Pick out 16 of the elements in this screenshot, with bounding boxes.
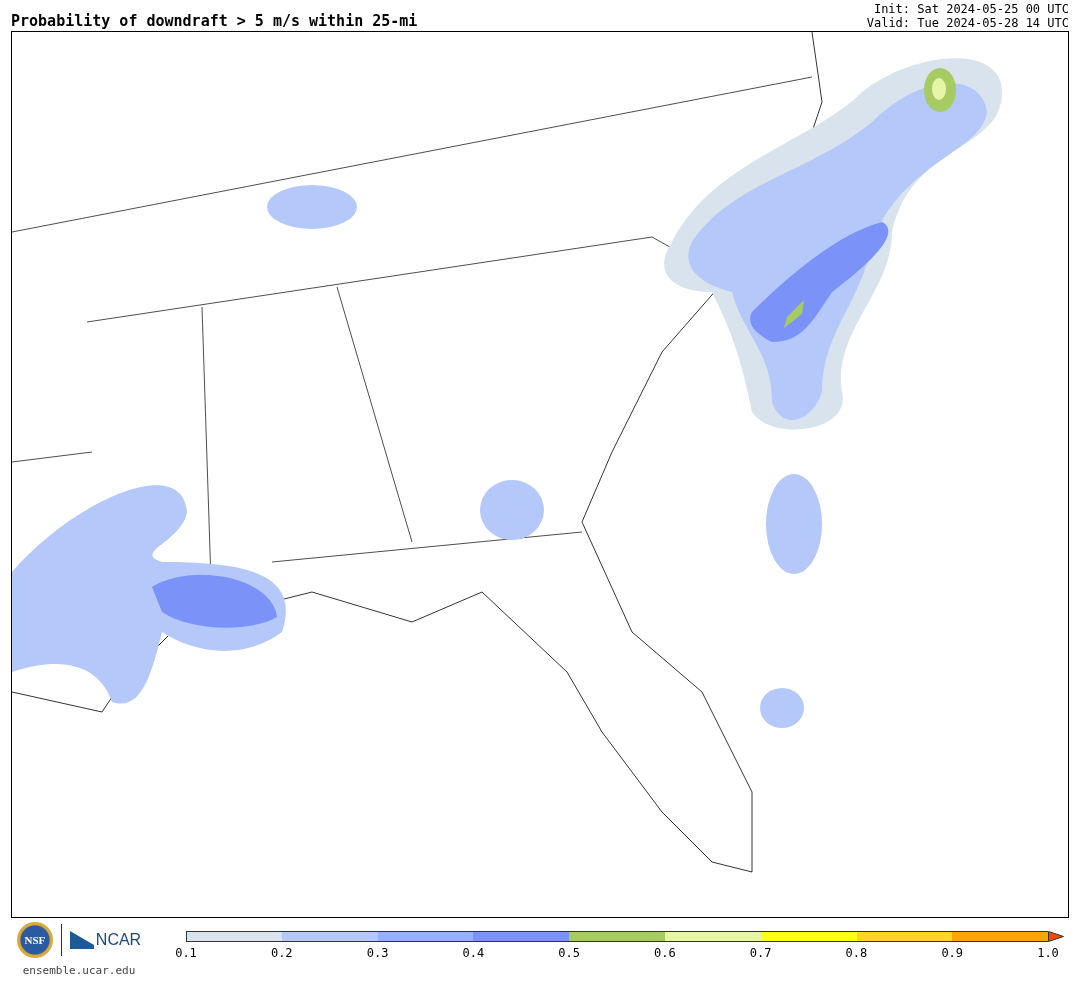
colorbar-tick-label: 0.8 — [845, 946, 868, 960]
colorbar-tick-label: 0.1 — [175, 946, 197, 960]
ncar-logo: NCAR — [69, 931, 142, 949]
colorbar-tick-label: 0.5 — [558, 946, 580, 960]
plot-title: Probability of downdraft > 5 m/s within 25-mi — [11, 12, 418, 30]
site-url: ensemble.ucar.edu — [22, 964, 136, 977]
colorbar-tick-label: 0.3 — [366, 946, 389, 960]
colorbar-tick-label: 0.4 — [462, 946, 485, 960]
valid-time: Valid: Tue 2024-05-28 14 UTC — [866, 16, 1069, 30]
colorbar-tick-label: 0.6 — [654, 946, 676, 960]
colorbar-tick-label: 0.7 — [749, 946, 772, 960]
init-time: Init: Sat 2024-05-25 00 UTC — [873, 2, 1069, 16]
colorbar-tick-label: 0.2 — [270, 946, 293, 960]
nsf-logo: NSF — [16, 922, 53, 958]
colorbar-tick-label: 0.9 — [941, 946, 964, 960]
colorbar-tick-label: 1.0 — [1037, 946, 1059, 960]
